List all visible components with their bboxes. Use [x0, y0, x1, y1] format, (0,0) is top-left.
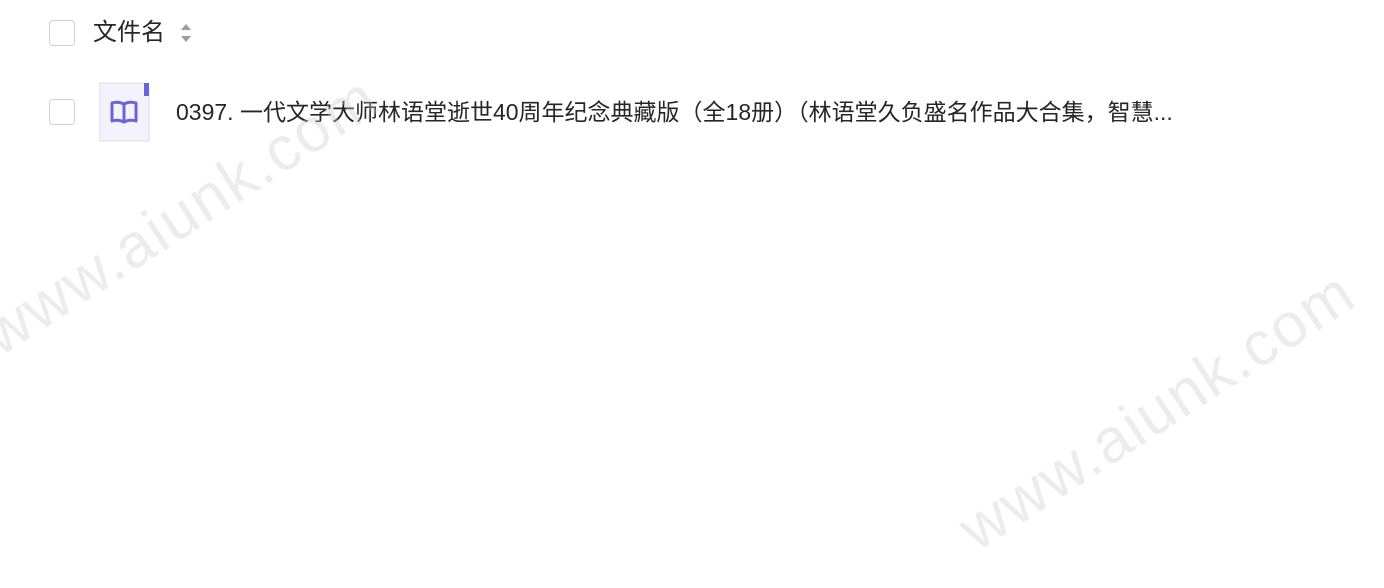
file-row-checkbox[interactable] [49, 99, 75, 125]
file-list-header: 文件名 [0, 0, 1384, 66]
file-row[interactable]: 0397. 一代文学大师林语堂逝世40周年纪念典藏版（全18册）（林语堂久负盛名… [0, 78, 1384, 146]
select-all-checkbox[interactable] [49, 20, 75, 46]
sort-icon[interactable] [179, 21, 193, 45]
filename-column-header[interactable]: 文件名 [93, 17, 165, 49]
file-list-page: 文件名 0397. 一代文学大师林语堂逝世40周年纪念典藏版（全18册）（林语堂… [0, 0, 1384, 588]
book-icon [99, 82, 150, 142]
watermark: www.aiunk.com [946, 257, 1368, 565]
file-name-link[interactable]: 0397. 一代文学大师林语堂逝世40周年纪念典藏版（全18册）（林语堂久负盛名… [176, 96, 1236, 128]
